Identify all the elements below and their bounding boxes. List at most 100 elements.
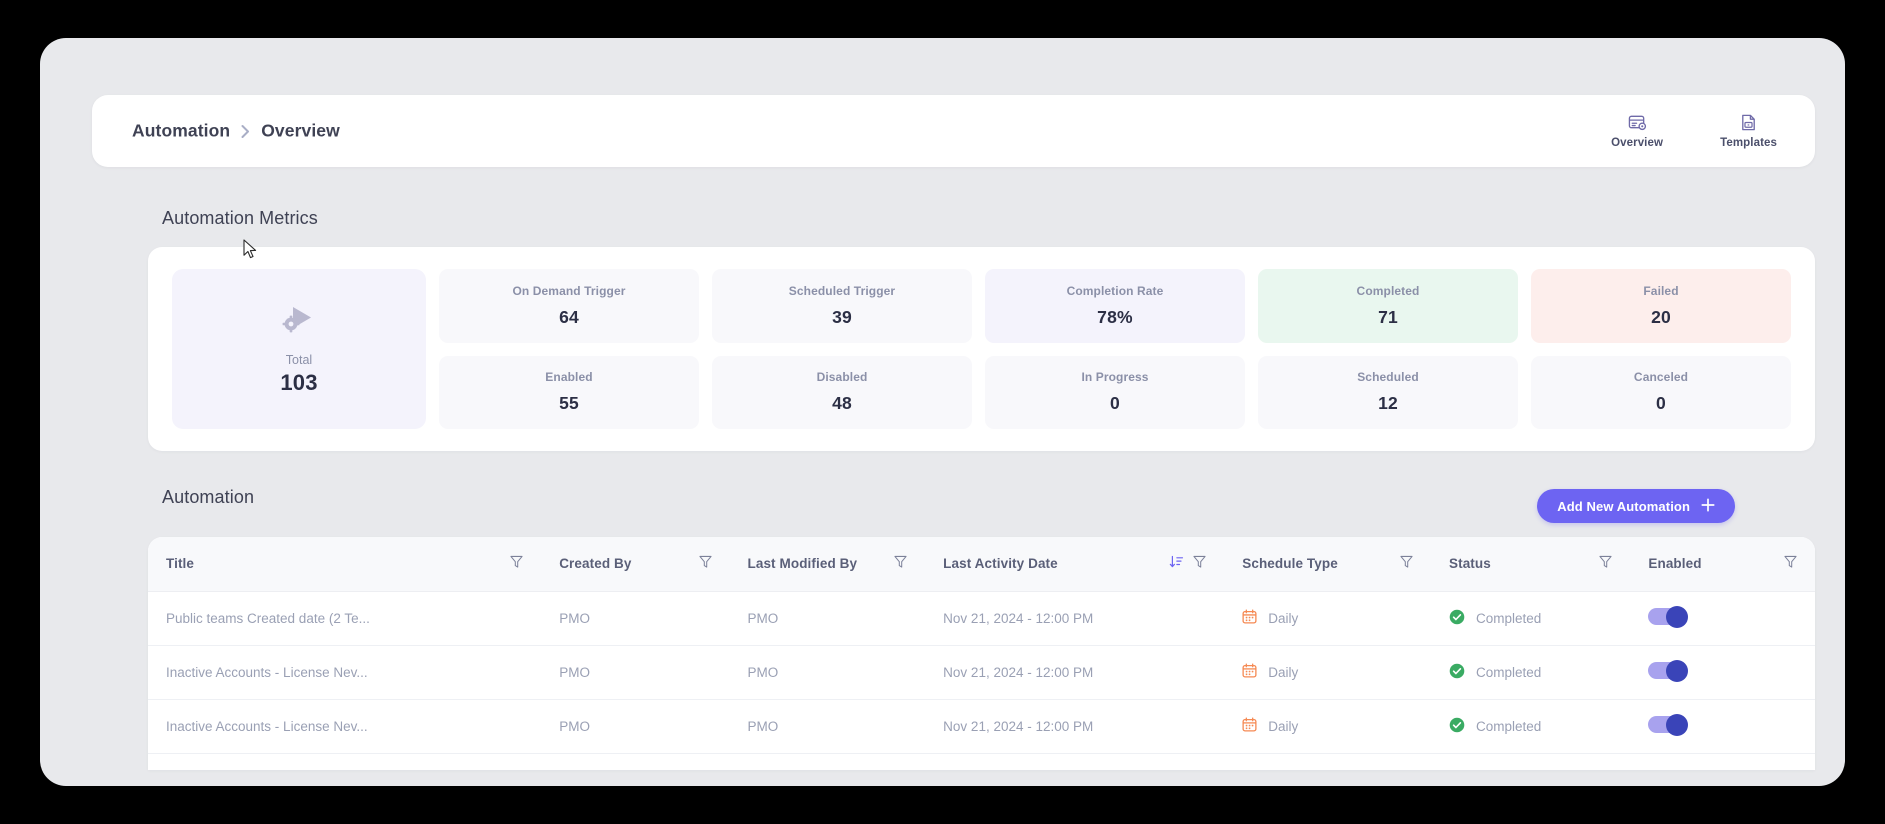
cell-status: Completed bbox=[1431, 699, 1631, 754]
table-body: Public teams Created date (2 Te... PMO P… bbox=[148, 591, 1815, 754]
metric-value: 39 bbox=[832, 306, 852, 327]
automation-table-card: Title Created By Last Modified By Last A… bbox=[148, 537, 1815, 770]
column-header-last-modified-by-label: Last Modified By bbox=[747, 556, 858, 572]
nav-item-overview[interactable]: Overview bbox=[1610, 113, 1664, 149]
breadcrumb: Automation Overview bbox=[132, 121, 340, 142]
cell-schedule-type: Daily bbox=[1224, 699, 1431, 754]
metric-label: Scheduled Trigger bbox=[788, 283, 896, 298]
cell-schedule-type-label: Daily bbox=[1268, 664, 1299, 680]
column-header-status[interactable]: Status bbox=[1431, 537, 1631, 592]
column-header-last-activity-date-label: Last Activity Date bbox=[943, 556, 1058, 572]
metric-tile-completed[interactable]: Completed 71 bbox=[1258, 269, 1518, 343]
automation-section-title: Automation bbox=[162, 487, 255, 507]
calendar-icon bbox=[1242, 717, 1257, 735]
table-row[interactable]: Inactive Accounts - License Nev... PMO P… bbox=[148, 699, 1815, 754]
metric-label: In Progress bbox=[1081, 370, 1149, 385]
cell-status: Completed bbox=[1431, 645, 1631, 700]
header-nav: Overview Templates bbox=[1610, 113, 1777, 149]
status-badge: Completed bbox=[1476, 610, 1542, 626]
app-window: Automation Overview Overview Templates A… bbox=[40, 38, 1845, 786]
cell-title[interactable]: Inactive Accounts - License Nev... bbox=[148, 645, 542, 700]
plus-icon bbox=[1701, 497, 1715, 515]
metric-tile-enabled[interactable]: Enabled 55 bbox=[439, 355, 699, 429]
metric-tile-canceled[interactable]: Canceled 0 bbox=[1531, 355, 1791, 429]
metric-value: 71 bbox=[1378, 306, 1398, 327]
filter-icon[interactable] bbox=[1193, 555, 1206, 572]
column-header-created-by-label: Created By bbox=[559, 556, 632, 572]
metric-value: 20 bbox=[1651, 306, 1671, 327]
column-header-title-label: Title bbox=[166, 556, 195, 572]
cell-status: Completed bbox=[1431, 591, 1631, 646]
nav-item-templates[interactable]: Templates bbox=[1720, 113, 1777, 149]
metric-tile-total-label: Total bbox=[285, 352, 313, 367]
metric-label: Disabled bbox=[816, 370, 868, 385]
enabled-toggle[interactable] bbox=[1648, 713, 1689, 736]
column-header-enabled[interactable]: Enabled bbox=[1630, 537, 1815, 592]
metric-tile-failed[interactable]: Failed 20 bbox=[1531, 269, 1791, 343]
filter-icon[interactable] bbox=[1400, 555, 1413, 572]
metric-label: On Demand Trigger bbox=[512, 283, 626, 298]
metric-tile-total[interactable]: Total 103 bbox=[172, 269, 426, 429]
filter-icon[interactable] bbox=[510, 555, 523, 572]
column-header-schedule-type-label: Schedule Type bbox=[1242, 556, 1338, 572]
column-header-schedule-type[interactable]: Schedule Type bbox=[1224, 537, 1431, 592]
table-header: Title Created By Last Modified By Last A… bbox=[148, 537, 1815, 592]
table-header-row: Title Created By Last Modified By Last A… bbox=[148, 537, 1815, 592]
nav-item-templates-label: Templates bbox=[1720, 137, 1777, 149]
column-header-status-label: Status bbox=[1449, 556, 1491, 572]
column-header-created-by[interactable]: Created By bbox=[541, 537, 730, 592]
column-header-enabled-label: Enabled bbox=[1648, 556, 1702, 572]
column-header-last-activity-date[interactable]: Last Activity Date bbox=[925, 537, 1225, 592]
column-header-title[interactable]: Title bbox=[148, 537, 542, 592]
filter-icon[interactable] bbox=[1599, 555, 1612, 572]
cell-last-modified-by: PMO bbox=[729, 645, 926, 700]
overview-icon bbox=[1628, 113, 1647, 132]
cell-last-activity-date: Nov 21, 2024 - 12:00 PM bbox=[925, 699, 1225, 754]
cell-last-activity-date: Nov 21, 2024 - 12:00 PM bbox=[925, 591, 1225, 646]
nav-item-overview-label: Overview bbox=[1611, 137, 1664, 149]
chevron-right-icon bbox=[241, 124, 250, 138]
cell-enabled bbox=[1630, 699, 1815, 754]
metric-value: 12 bbox=[1378, 393, 1398, 414]
metric-tile-disabled[interactable]: Disabled 48 bbox=[712, 355, 972, 429]
templates-icon bbox=[1739, 113, 1758, 132]
breadcrumb-root[interactable]: Automation bbox=[132, 121, 230, 142]
calendar-icon bbox=[1242, 663, 1257, 681]
cell-created-by: PMO bbox=[541, 645, 730, 700]
status-badge: Completed bbox=[1476, 664, 1542, 680]
metric-tile-scheduled[interactable]: Scheduled 12 bbox=[1258, 355, 1518, 429]
table-row[interactable]: Inactive Accounts - License Nev... PMO P… bbox=[148, 645, 1815, 700]
metric-label: Completion Rate bbox=[1066, 283, 1164, 298]
status-completed-icon bbox=[1449, 609, 1465, 628]
filter-icon[interactable] bbox=[1784, 555, 1797, 572]
cell-schedule-type: Daily bbox=[1224, 591, 1431, 646]
automation-table: Title Created By Last Modified By Last A… bbox=[148, 537, 1815, 754]
metric-value: 78% bbox=[1097, 306, 1133, 327]
metric-value: 55 bbox=[559, 393, 579, 414]
metric-tile-in-progress[interactable]: In Progress 0 bbox=[985, 355, 1245, 429]
cell-last-activity-date: Nov 21, 2024 - 12:00 PM bbox=[925, 645, 1225, 700]
enabled-toggle[interactable] bbox=[1648, 605, 1689, 628]
sort-descending-icon[interactable] bbox=[1169, 555, 1184, 572]
metric-tile-scheduled-trigger[interactable]: Scheduled Trigger 39 bbox=[712, 269, 972, 343]
breadcrumb-current: Overview bbox=[261, 120, 340, 141]
cell-last-modified-by: PMO bbox=[729, 591, 926, 646]
enabled-toggle[interactable] bbox=[1648, 659, 1689, 682]
metric-tile-on-demand-trigger[interactable]: On Demand Trigger 64 bbox=[439, 269, 699, 343]
status-completed-icon bbox=[1449, 663, 1465, 682]
automation-metrics-card: Total 103 On Demand Trigger 64 Scheduled… bbox=[148, 247, 1815, 451]
column-header-last-modified-by[interactable]: Last Modified By bbox=[729, 537, 926, 592]
calendar-icon bbox=[1242, 609, 1257, 627]
metric-label: Scheduled bbox=[1357, 370, 1419, 385]
cell-title[interactable]: Public teams Created date (2 Te... bbox=[148, 591, 542, 646]
add-new-automation-button[interactable]: Add New Automation bbox=[1537, 489, 1735, 523]
metric-tile-completion-rate[interactable]: Completion Rate 78% bbox=[985, 269, 1245, 343]
filter-icon[interactable] bbox=[894, 555, 907, 572]
metric-tiles-grid: On Demand Trigger 64 Scheduled Trigger 3… bbox=[439, 269, 1791, 429]
status-completed-icon bbox=[1449, 717, 1465, 736]
page-header: Automation Overview Overview Templates bbox=[92, 95, 1815, 167]
cell-title[interactable]: Inactive Accounts - License Nev... bbox=[148, 699, 542, 754]
table-row[interactable]: Public teams Created date (2 Te... PMO P… bbox=[148, 591, 1815, 646]
cell-created-by: PMO bbox=[541, 591, 730, 646]
filter-icon[interactable] bbox=[698, 555, 712, 572]
